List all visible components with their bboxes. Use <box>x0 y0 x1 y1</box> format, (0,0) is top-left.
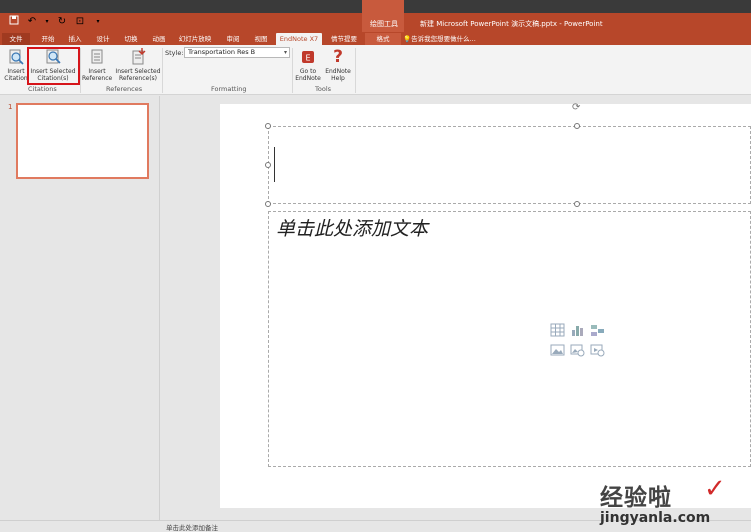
tab-file[interactable]: 文件 <box>2 33 30 45</box>
reference-document-icon <box>91 49 103 64</box>
insert-selected-references-button[interactable]: Insert Selected Reference(s) <box>114 48 162 82</box>
redo-icon[interactable]: ↻ <box>56 16 68 27</box>
content-insert-icons <box>550 322 606 358</box>
group-label-formatting: Formatting <box>211 85 247 93</box>
chevron-down-icon: ▾ <box>283 49 287 56</box>
group-label-citations: Citations <box>28 85 57 93</box>
customize-dropdown-icon[interactable]: ▾ <box>92 18 104 25</box>
insert-reference-button[interactable]: Insert Reference <box>82 48 112 82</box>
selected-reference-icon <box>132 48 146 65</box>
insert-picture-icon[interactable] <box>550 342 565 356</box>
help-question-icon: ? <box>333 47 343 67</box>
undo-icon[interactable]: ↶ <box>26 16 38 27</box>
undo-dropdown-icon[interactable]: ▾ <box>44 18 50 25</box>
resize-handle[interactable] <box>574 123 580 129</box>
style-dropdown[interactable]: Transportation Res B ▾ <box>184 47 290 58</box>
slide-number: 1 <box>8 103 13 111</box>
insert-video-icon[interactable] <box>590 342 605 357</box>
tab-transitions[interactable]: 切换 <box>119 33 143 45</box>
watermark: 经验啦 ✓ jingyanla.com <box>600 474 750 530</box>
title-placeholder[interactable] <box>268 126 751 204</box>
checkmark-icon: ✓ <box>704 474 726 504</box>
presentation-start-icon[interactable]: ⊡ <box>74 16 86 27</box>
resize-handle[interactable] <box>265 162 271 168</box>
style-dropdown-value: Transportation Res B <box>188 48 256 56</box>
contextual-group-label: 绘图工具 <box>370 20 398 28</box>
insert-smartart-icon[interactable] <box>590 322 605 336</box>
tell-me-search[interactable]: 💡告诉我您想要做什么... <box>403 33 476 45</box>
resize-handle[interactable] <box>574 201 580 207</box>
notes-placeholder: 单击此处添加备注 <box>166 524 218 532</box>
content-placeholder[interactable] <box>268 211 751 467</box>
svg-text:E: E <box>305 54 310 63</box>
resize-handle[interactable] <box>265 123 271 129</box>
group-label-references: References <box>106 85 143 93</box>
insert-citation-label: Insert Citation <box>4 68 28 82</box>
lightbulb-icon: 💡 <box>403 35 412 43</box>
group-label-tools: Tools <box>315 85 332 93</box>
tab-home[interactable]: 开始 <box>36 33 60 45</box>
magnifier-document-icon <box>9 49 24 65</box>
go-to-endnote-label-1: Go to <box>299 68 317 75</box>
group-separator <box>355 48 356 93</box>
tab-view[interactable]: 视图 <box>249 33 273 45</box>
insert-reference-label-1: Insert <box>88 68 106 75</box>
tab-review[interactable]: 审阅 <box>221 33 245 45</box>
resize-handle[interactable] <box>265 201 271 207</box>
go-to-endnote-label-2: EndNote <box>295 75 321 82</box>
insert-selected-references-label-2: Reference(s) <box>118 75 158 82</box>
slide-thumbnail[interactable] <box>16 103 149 179</box>
text-cursor <box>274 147 275 182</box>
group-separator <box>292 48 293 93</box>
endnote-help-label-1: EndNote <box>325 68 351 75</box>
endnote-icon: E <box>302 51 314 63</box>
tab-design[interactable]: 设计 <box>91 33 115 45</box>
endnote-help-label-2: Help <box>331 75 345 82</box>
tab-storyboarding[interactable]: 情节提要 <box>327 33 361 45</box>
insert-citation-button[interactable]: Insert Citation <box>3 48 29 82</box>
insert-selected-references-label-1: Insert Selected <box>115 68 161 75</box>
tab-insert[interactable]: 插入 <box>63 33 87 45</box>
ribbon: Insert Citation Insert Selected Citation… <box>0 45 751 95</box>
tab-format[interactable]: 格式 <box>365 33 401 45</box>
insert-table-icon[interactable] <box>550 322 565 337</box>
style-label: Style: <box>165 49 184 57</box>
ribbon-tabs: 文件 开始 插入 设计 切换 动画 幻灯片放映 审阅 视图 EndNote X7… <box>0 32 751 45</box>
watermark-brand: 经验啦 <box>600 485 672 511</box>
tab-endnote[interactable]: EndNote X7 <box>276 33 322 45</box>
save-icon[interactable] <box>8 15 20 28</box>
endnote-help-button[interactable]: ? EndNote Help <box>323 48 353 82</box>
tab-slideshow[interactable]: 幻灯片放映 <box>175 33 215 45</box>
go-to-endnote-button[interactable]: E Go to EndNote <box>294 48 322 82</box>
group-separator <box>162 48 163 93</box>
content-placeholder-text: 单击此处添加文本 <box>276 218 429 240</box>
insert-reference-label-2: Reference <box>82 75 113 82</box>
group-separator <box>80 48 81 93</box>
watermark-url: jingyanla.com <box>600 510 711 526</box>
insert-chart-icon[interactable] <box>570 322 585 336</box>
annotation-highlight-box <box>27 47 80 85</box>
rotate-handle-icon[interactable]: ⟳ <box>572 103 580 113</box>
quick-access-toolbar: ↶ ▾ ↻ ⊡ ▾ <box>8 15 104 28</box>
tab-animations[interactable]: 动画 <box>147 33 171 45</box>
window-title: 新建 Microsoft PowerPoint 演示文稿.pptx - Powe… <box>420 20 603 28</box>
insert-online-picture-icon[interactable] <box>570 342 585 357</box>
